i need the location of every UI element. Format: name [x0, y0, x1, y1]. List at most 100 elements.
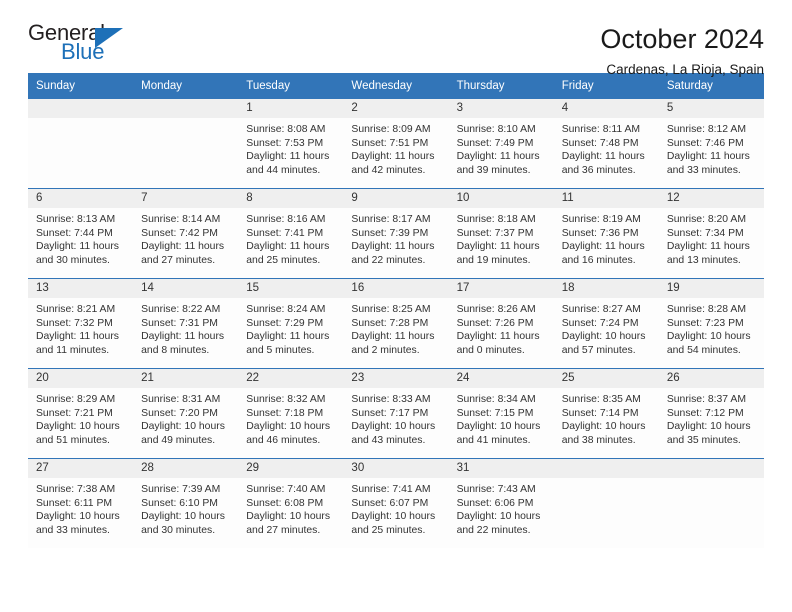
sunrise-text: Sunrise: 8:22 AM — [141, 304, 221, 316]
sunset-text: Sunset: 7:26 PM — [456, 317, 534, 329]
weekday-header-row: Sunday Monday Tuesday Wednesday Thursday Frid… — [28, 73, 764, 100]
day-details: Sunrise: 8:37 AM Sunset: 7:12 PM Daylight:… — [659, 388, 764, 447]
sunrise-text: Sunrise: 8:29 AM — [36, 394, 116, 406]
day-cell[interactable]: 12 Sunrise: 8:20 AM Sunset: 7:34 PM Dayligh… — [658, 189, 764, 279]
daylight-text-line1: Daylight: 10 hours — [456, 421, 541, 433]
sunset-text: Sunset: 7:12 PM — [666, 407, 744, 419]
day-cell[interactable]: 29 Sunrise: 7:40 AM Sunset: 6:08 PM Dayligh… — [238, 459, 344, 549]
sunset-text: Sunset: 7:14 PM — [561, 407, 639, 419]
day-cell[interactable]: 10 Sunrise: 8:18 AM Sunset: 7:37 PM Dayligh… — [448, 189, 554, 279]
daylight-text-line2: and 44 minutes. — [246, 164, 321, 176]
day-number — [28, 99, 134, 119]
day-cell[interactable]: 14 Sunrise: 8:22 AM Sunset: 7:31 PM Dayligh… — [133, 279, 239, 369]
sunset-text: Sunset: 7:44 PM — [36, 227, 113, 239]
day-cell[interactable]: 17 Sunrise: 8:26 AM Sunset: 7:26 PM Dayligh… — [448, 279, 554, 369]
daylight-text-line2: and 13 minutes. — [666, 254, 741, 266]
day-cell[interactable]: 31 Sunrise: 7:43 AM Sunset: 6:06 PM Dayligh… — [448, 459, 554, 549]
sunset-text: Sunset: 7:31 PM — [141, 317, 218, 329]
daylight-text-line1: Daylight: 11 hours — [246, 241, 330, 253]
day-cell[interactable]: 27 Sunrise: 7:38 AM Sunset: 6:11 PM Dayligh… — [28, 459, 134, 549]
sunset-text: Sunset: 7:32 PM — [36, 317, 113, 329]
sunrise-text: Sunrise: 7:43 AM — [456, 484, 536, 496]
sunrise-text: Sunrise: 8:18 AM — [456, 214, 536, 226]
daylight-text-line1: Daylight: 10 hours — [561, 331, 646, 343]
daylight-text-line1: Daylight: 11 hours — [246, 331, 330, 343]
day-cell[interactable]: 24 Sunrise: 8:34 AM Sunset: 7:15 PM Dayligh… — [448, 369, 554, 459]
day-number: 7 — [133, 189, 239, 209]
daylight-text-line2: and 30 minutes. — [36, 254, 110, 266]
day-cell[interactable]: 2 Sunrise: 8:09 AM Sunset: 7:51 PM Daylight… — [343, 99, 449, 189]
calendar-week-row: 27 Sunrise: 7:38 AM Sunset: 6:11 PM Dayligh… — [28, 459, 764, 549]
day-details: Sunrise: 7:39 AM Sunset: 6:10 PM Daylight:… — [133, 478, 238, 537]
sunrise-text: Sunrise: 8:20 AM — [666, 214, 746, 226]
weekday-header-thursday: Thursday — [456, 80, 505, 92]
day-details: Sunrise: 7:38 AM Sunset: 6:11 PM Daylight:… — [28, 478, 133, 537]
daylight-text-line2: and 42 minutes. — [351, 164, 426, 176]
day-details: Sunrise: 8:18 AM Sunset: 7:37 PM Daylight:… — [449, 208, 554, 267]
daylight-text-line1: Daylight: 10 hours — [36, 511, 120, 523]
day-number: 19 — [658, 279, 764, 299]
day-details: Sunrise: 8:09 AM Sunset: 7:51 PM Daylight:… — [343, 118, 448, 177]
daylight-text-line2: and 11 minutes. — [36, 344, 110, 356]
daylight-text-line2: and 0 minutes. — [456, 344, 525, 356]
day-details: Sunrise: 8:28 AM Sunset: 7:23 PM Daylight:… — [659, 298, 764, 357]
daylight-text-line2: and 30 minutes. — [141, 524, 216, 536]
day-cell[interactable]: 19 Sunrise: 8:28 AM Sunset: 7:23 PM Dayligh… — [658, 279, 764, 369]
day-cell[interactable]: 21 Sunrise: 8:31 AM Sunset: 7:20 PM Dayligh… — [133, 369, 239, 459]
daylight-text-line2: and 33 minutes. — [666, 164, 741, 176]
daylight-text-line1: Daylight: 10 hours — [351, 421, 436, 433]
day-cell[interactable]: 18 Sunrise: 8:27 AM Sunset: 7:24 PM Dayligh… — [553, 279, 659, 369]
day-cell[interactable]: 26 Sunrise: 8:37 AM Sunset: 7:12 PM Dayligh… — [658, 369, 764, 459]
page-header: General Blue October 2024 Cardenas, La R… — [28, 0, 764, 78]
day-cell[interactable]: 20 Sunrise: 8:29 AM Sunset: 7:21 PM Dayligh… — [28, 369, 134, 459]
day-cell[interactable]: 6 Sunrise: 8:13 AM Sunset: 7:44 PM Daylight… — [28, 189, 134, 279]
calendar-weeks: 1 Sunrise: 8:08 AM Sunset: 7:53 PM Daylight… — [28, 99, 764, 549]
day-cell[interactable]: 4 Sunrise: 8:11 AM Sunset: 7:48 PM Daylight… — [553, 99, 659, 189]
day-number: 21 — [133, 369, 239, 389]
daylight-text-line2: and 25 minutes. — [351, 524, 426, 536]
day-details: Sunrise: 8:13 AM Sunset: 7:44 PM Daylight:… — [28, 208, 133, 267]
day-details: Sunrise: 8:19 AM Sunset: 7:36 PM Daylight:… — [554, 208, 659, 267]
daylight-text-line1: Daylight: 10 hours — [666, 421, 751, 433]
day-details: Sunrise: 8:26 AM Sunset: 7:26 PM Daylight:… — [449, 298, 554, 357]
day-cell-empty — [658, 459, 764, 549]
day-cell[interactable]: 7 Sunrise: 8:14 AM Sunset: 7:42 PM Daylight… — [133, 189, 239, 279]
day-cell[interactable]: 11 Sunrise: 8:19 AM Sunset: 7:36 PM Dayligh… — [553, 189, 659, 279]
daylight-text-line1: Daylight: 11 hours — [36, 241, 119, 253]
weekday-header-wednesday: Wednesday — [351, 80, 412, 92]
sunset-text: Sunset: 7:39 PM — [351, 227, 429, 239]
day-cell[interactable]: 3 Sunrise: 8:10 AM Sunset: 7:49 PM Daylight… — [448, 99, 554, 189]
day-cell[interactable]: 5 Sunrise: 8:12 AM Sunset: 7:46 PM Daylight… — [658, 99, 764, 189]
sunrise-text: Sunrise: 8:28 AM — [666, 304, 746, 316]
day-cell[interactable]: 16 Sunrise: 8:25 AM Sunset: 7:28 PM Dayligh… — [343, 279, 449, 369]
sunrise-text: Sunrise: 8:34 AM — [456, 394, 536, 406]
sunrise-text: Sunrise: 7:40 AM — [246, 484, 326, 496]
sunset-text: Sunset: 7:24 PM — [561, 317, 639, 329]
sunset-text: Sunset: 7:49 PM — [456, 137, 534, 149]
day-cell[interactable]: 30 Sunrise: 7:41 AM Sunset: 6:07 PM Dayligh… — [343, 459, 449, 549]
daylight-text-line1: Daylight: 11 hours — [351, 151, 435, 163]
daylight-text-line1: Daylight: 10 hours — [246, 511, 331, 523]
day-number: 6 — [28, 189, 134, 209]
day-cell[interactable]: 23 Sunrise: 8:33 AM Sunset: 7:17 PM Dayligh… — [343, 369, 449, 459]
calendar-week-row: 6 Sunrise: 8:13 AM Sunset: 7:44 PM Daylight… — [28, 189, 764, 280]
sunrise-text: Sunrise: 8:09 AM — [351, 124, 431, 136]
daylight-text-line1: Daylight: 11 hours — [246, 151, 330, 163]
day-number: 22 — [238, 369, 344, 389]
day-cell[interactable]: 15 Sunrise: 8:24 AM Sunset: 7:29 PM Dayligh… — [238, 279, 344, 369]
sunset-text: Sunset: 7:51 PM — [351, 137, 429, 149]
general-blue-logo[interactable]: General Blue — [28, 22, 148, 70]
day-cell[interactable]: 28 Sunrise: 7:39 AM Sunset: 6:10 PM Dayligh… — [133, 459, 239, 549]
day-cell[interactable]: 1 Sunrise: 8:08 AM Sunset: 7:53 PM Daylight… — [238, 99, 344, 189]
sunrise-text: Sunrise: 8:19 AM — [561, 214, 641, 226]
day-cell[interactable]: 9 Sunrise: 8:17 AM Sunset: 7:39 PM Daylight… — [343, 189, 449, 279]
day-cell[interactable]: 8 Sunrise: 8:16 AM Sunset: 7:41 PM Daylight… — [238, 189, 344, 279]
day-details: Sunrise: 8:25 AM Sunset: 7:28 PM Daylight:… — [343, 298, 448, 357]
day-cell[interactable]: 25 Sunrise: 8:35 AM Sunset: 7:14 PM Dayligh… — [553, 369, 659, 459]
day-number: 2 — [343, 99, 449, 119]
day-number: 31 — [448, 459, 554, 479]
day-cell[interactable]: 22 Sunrise: 8:32 AM Sunset: 7:18 PM Dayligh… — [238, 369, 344, 459]
day-cell[interactable]: 13 Sunrise: 8:21 AM Sunset: 7:32 PM Dayligh… — [28, 279, 134, 369]
sunrise-text: Sunrise: 8:10 AM — [456, 124, 536, 136]
sunrise-text: Sunrise: 8:27 AM — [561, 304, 641, 316]
